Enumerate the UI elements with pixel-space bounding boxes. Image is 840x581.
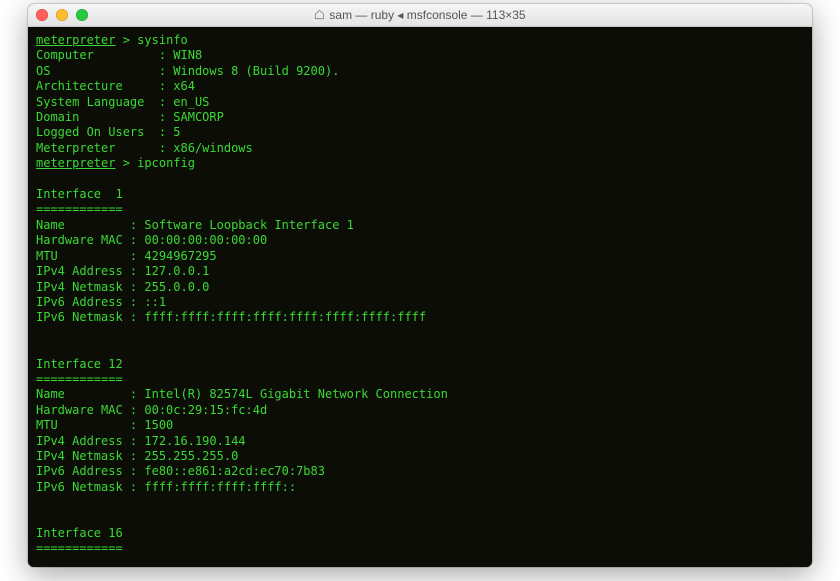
interface-1-header: Interface 1 <box>36 187 123 201</box>
terminal-window: sam — ruby ◂ msfconsole — 113×35 meterpr… <box>28 4 812 567</box>
interface-12-header: Interface 12 <box>36 357 123 371</box>
prompt: meterpreter <box>36 156 115 170</box>
prompt-sep: > <box>115 33 137 47</box>
interface-1-sep: ============ <box>36 202 123 216</box>
sysinfo-domain: Domain : SAMCORP <box>36 110 224 124</box>
minimize-icon[interactable] <box>56 9 68 21</box>
sysinfo-users: Logged On Users : 5 <box>36 125 181 139</box>
interface-12-ipv4: IPv4 Address : 172.16.190.144 <box>36 434 246 448</box>
interface-1-ipv4m: IPv4 Netmask : 255.0.0.0 <box>36 280 209 294</box>
sysinfo-arch: Architecture : x64 <box>36 79 195 93</box>
close-icon[interactable] <box>36 9 48 21</box>
terminal-body[interactable]: meterpreter > sysinfo Computer : WIN8 OS… <box>28 27 812 567</box>
interface-1-ipv4: IPv4 Address : 127.0.0.1 <box>36 264 209 278</box>
interface-1-mtu: MTU : 4294967295 <box>36 249 217 263</box>
interface-12-ipv6m: IPv6 Netmask : ffff:ffff:ffff:ffff:: <box>36 480 296 494</box>
window-controls <box>36 9 88 21</box>
interface-12-sep: ============ <box>36 372 123 386</box>
interface-12-mac: Hardware MAC : 00:0c:29:15:fc:4d <box>36 403 267 417</box>
interface-1-ipv6: IPv6 Address : ::1 <box>36 295 166 309</box>
prompt-sep: > <box>115 156 137 170</box>
interface-1-name: Name : Software Loopback Interface 1 <box>36 218 354 232</box>
sysinfo-lang: System Language : en_US <box>36 95 209 109</box>
interface-12-ipv6: IPv6 Address : fe80::e861:a2cd:ec70:7b83 <box>36 464 325 478</box>
command-sysinfo: sysinfo <box>137 33 188 47</box>
zoom-icon[interactable] <box>76 9 88 21</box>
title-text: sam — ruby ◂ msfconsole — 113×35 <box>329 8 525 22</box>
prompt: meterpreter <box>36 33 115 47</box>
titlebar: sam — ruby ◂ msfconsole — 113×35 <box>28 4 812 27</box>
home-icon <box>314 9 325 23</box>
interface-16-header: Interface 16 <box>36 526 123 540</box>
window-title: sam — ruby ◂ msfconsole — 113×35 <box>28 8 812 23</box>
interface-16-sep: ============ <box>36 541 123 555</box>
sysinfo-os: OS : Windows 8 (Build 9200). <box>36 64 339 78</box>
command-ipconfig: ipconfig <box>137 156 195 170</box>
sysinfo-meterpreter: Meterpreter : x86/windows <box>36 141 253 155</box>
interface-1-ipv6m: IPv6 Netmask : ffff:ffff:ffff:ffff:ffff:… <box>36 310 426 324</box>
sysinfo-computer: Computer : WIN8 <box>36 48 202 62</box>
interface-12-ipv4m: IPv4 Netmask : 255.255.255.0 <box>36 449 238 463</box>
interface-1-mac: Hardware MAC : 00:00:00:00:00:00 <box>36 233 267 247</box>
interface-12-mtu: MTU : 1500 <box>36 418 173 432</box>
interface-12-name: Name : Intel(R) 82574L Gigabit Network C… <box>36 387 448 401</box>
